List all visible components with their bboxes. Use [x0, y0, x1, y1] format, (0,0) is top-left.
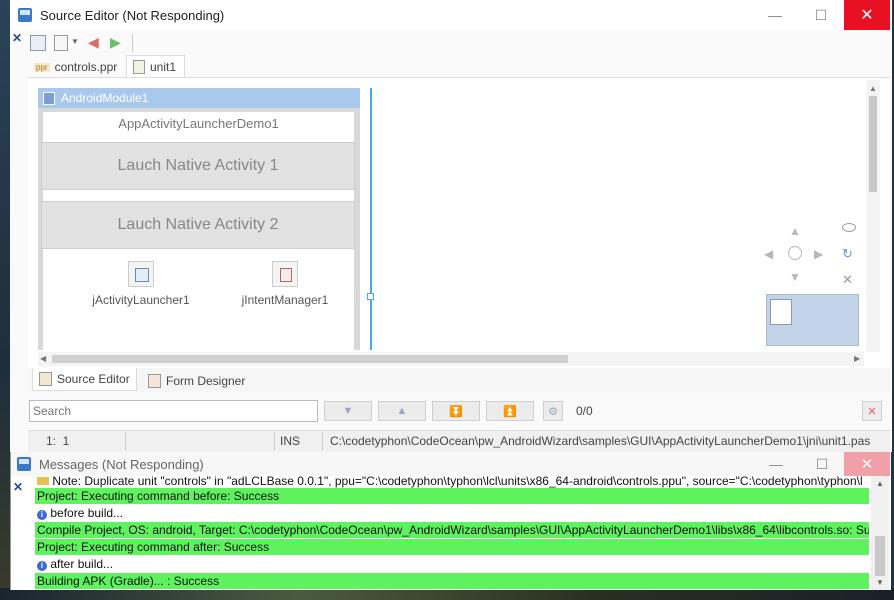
find-first-button[interactable]: ⏫: [486, 401, 534, 421]
cursor-position: 1: 1: [46, 434, 70, 448]
move-right-icon[interactable]: ▶: [814, 247, 823, 261]
source-editor-window: Source Editor (Not Responding) — ☐ ✕ ✕ ▼…: [10, 0, 892, 453]
search-input[interactable]: [29, 400, 318, 422]
find-last-button[interactable]: ⏬: [432, 401, 480, 421]
ppr-file-icon: ppr: [34, 62, 50, 72]
view-units-icon[interactable]: [54, 35, 68, 51]
module-caption-bar: AndroidModule1: [38, 88, 360, 108]
unit-file-icon: [133, 59, 145, 74]
vertical-scrollbar[interactable]: ▲: [866, 80, 880, 352]
messages-scroll-thumb[interactable]: [875, 536, 885, 576]
activity-launcher-component[interactable]: [128, 261, 154, 287]
tab-label: unit1: [150, 59, 177, 74]
status-divider-3: [322, 432, 323, 450]
editor-close-x-icon[interactable]: ✕: [12, 31, 22, 45]
toolbar: ▼ ◀ ▶: [28, 32, 138, 54]
tab-form-designer[interactable]: Form Designer: [142, 370, 251, 392]
app-title-label[interactable]: AppActivityLauncherDemo1: [43, 116, 354, 131]
messages-scroll-down-icon[interactable]: ▼: [876, 578, 884, 587]
messages-title: Messages (Not Responding): [39, 456, 204, 472]
search-options-button[interactable]: ⚙: [543, 401, 563, 421]
message-line[interactable]: Note: Duplicate unit "controls" in "adLC…: [35, 476, 869, 488]
app-icon: [17, 457, 31, 471]
intent-manager-icon: [280, 268, 292, 282]
center-r-icon[interactable]: [788, 246, 802, 260]
form-icon: [43, 91, 55, 105]
scroll-left-arrow-icon[interactable]: ◀: [40, 354, 46, 363]
messages-vertical-scrollbar[interactable]: ▲ ▼: [871, 476, 889, 590]
status-divider-1: [125, 432, 126, 450]
intent-manager-component[interactable]: [272, 261, 298, 287]
tab-source-editor[interactable]: Source Editor: [32, 368, 137, 391]
messages-window: Messages (Not Responding) — ☐ ✕ ✕ Note: …: [10, 452, 891, 590]
move-down-icon[interactable]: ▼: [789, 270, 801, 284]
forward-arrow-icon[interactable]: ▶: [110, 34, 121, 51]
find-previous-button[interactable]: ▲: [378, 401, 426, 421]
insert-mode: INS: [280, 434, 301, 448]
dropdown-arrow-icon[interactable]: ▼: [71, 37, 79, 46]
module-title: AndroidModule1: [61, 91, 149, 105]
launch-activity-1-button[interactable]: Lauch Native Activity 1: [41, 142, 355, 190]
message-line[interactable]: i before build...: [35, 505, 869, 521]
maximize-button[interactable]: ☐: [798, 0, 844, 30]
move-left-icon[interactable]: ◀: [764, 247, 773, 261]
message-line[interactable]: Building APK (Gradle)... : Success: [35, 573, 869, 589]
message-line[interactable]: Compile Project, OS: android, Target: C:…: [35, 522, 869, 538]
search-count: 0/0: [576, 404, 593, 418]
minimize-button[interactable]: —: [752, 0, 798, 30]
minimap[interactable]: [766, 294, 859, 346]
folder-icon: [37, 477, 49, 485]
app-icon: [18, 8, 32, 22]
tab-unit1[interactable]: unit1: [126, 55, 186, 77]
eye-icon[interactable]: [842, 223, 856, 232]
editor-title: Source Editor (Not Responding): [40, 7, 225, 23]
horizontal-scrollbar[interactable]: ◀ ▶: [38, 352, 864, 366]
tab-label: Source Editor: [57, 372, 130, 386]
message-line[interactable]: Project: Executing command before: Succe…: [35, 488, 869, 504]
message-line[interactable]: Project: Executing command after: Succes…: [35, 539, 869, 555]
splitter-line[interactable]: [370, 88, 372, 350]
launch-activity-2-button[interactable]: Lauch Native Activity 2: [41, 201, 355, 249]
tab-label: controls.ppr: [54, 60, 118, 74]
find-next-button[interactable]: ▼: [324, 401, 372, 421]
messages-close-button[interactable]: ✕: [844, 452, 890, 476]
form-designer-icon: [148, 374, 161, 388]
close-button[interactable]: ✕: [844, 0, 890, 30]
messages-minimize-button[interactable]: —: [753, 452, 799, 476]
close-search-button[interactable]: ✕: [862, 401, 882, 421]
toggle-form-icon[interactable]: [30, 35, 46, 51]
message-line[interactable]: i after build...: [35, 556, 869, 572]
file-path: C:\codetyphon\CodeOcean\pw_AndroidWizard…: [330, 434, 871, 448]
splitter-handle[interactable]: [367, 293, 374, 300]
android-module-form[interactable]: AndroidModule1 AppActivityLauncherDemo1 …: [38, 88, 360, 350]
tools-icon[interactable]: ✕: [842, 272, 853, 288]
messages-close-x-icon[interactable]: ✕: [13, 480, 23, 494]
info-icon: i: [37, 561, 47, 571]
move-up-icon[interactable]: ▲: [789, 224, 801, 238]
vertical-scroll-thumb[interactable]: [869, 96, 877, 192]
tab-controls-ppr[interactable]: ppr controls.ppr: [34, 58, 117, 76]
activity-launcher-label: jActivityLauncher1: [92, 293, 190, 307]
horizontal-scroll-thumb[interactable]: [52, 355, 568, 363]
back-arrow-icon[interactable]: ◀: [88, 34, 99, 51]
scroll-up-arrow-icon[interactable]: ▲: [869, 84, 877, 93]
toolbar-divider: [132, 34, 133, 52]
messages-scroll-up-icon[interactable]: ▲: [876, 479, 884, 488]
tab-label: Form Designer: [166, 374, 246, 388]
activity-launcher-icon: [135, 268, 149, 282]
intent-manager-label: jIntentManager1: [241, 293, 329, 307]
minimap-viewport: [770, 299, 792, 325]
info-icon: i: [37, 510, 47, 520]
messages-maximize-button[interactable]: ☐: [799, 452, 845, 476]
source-editor-icon: [39, 372, 52, 386]
scroll-right-arrow-icon[interactable]: ▶: [854, 354, 860, 363]
status-divider-2: [274, 432, 275, 450]
refresh-icon[interactable]: ↻: [842, 246, 853, 262]
